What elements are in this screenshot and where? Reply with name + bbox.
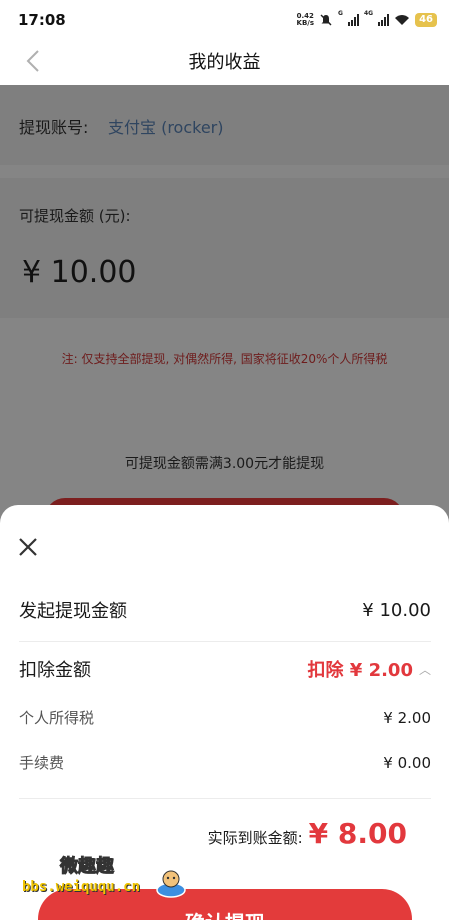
wifi-icon (395, 15, 410, 25)
page-title: 我的收益 (188, 52, 261, 73)
signal-2-icon (378, 14, 390, 26)
nav-bar: 我的收益 (0, 40, 449, 85)
account-label: 提现账号: (19, 118, 89, 137)
minimum-note: 可提现金额需满3.00元才能提现 (124, 456, 325, 472)
watermark-logo-icon (156, 870, 186, 898)
request-amount-label: 发起提现金额 (19, 601, 127, 622)
watermark-url: bbs.weiququ.cn (22, 879, 141, 895)
balance-label: 可提现金额 (元): (19, 207, 131, 225)
signal-1-icon (347, 14, 359, 26)
deduction-toggle[interactable]: 扣除 ¥ 2.00 ︿ (308, 656, 431, 682)
divider (19, 641, 431, 642)
actual-amount-label: 实际到账金额: (207, 829, 303, 847)
request-amount-row: 发起提现金额 ¥ 10.00 (19, 597, 431, 623)
actual-amount-value: ¥ 8.00 (308, 817, 407, 850)
fee-row: 手续费 ¥ 0.00 (19, 752, 431, 773)
income-tax-row: 个人所得税 ¥ 2.00 (19, 707, 431, 728)
mute-icon (320, 14, 332, 26)
signal-2-label: 4G (363, 10, 374, 17)
balance-value: ¥ 10.00 (22, 255, 137, 290)
income-tax-value: ¥ 2.00 (383, 708, 431, 727)
watermark: 微趣趣 bbs.weiququ.cn (22, 852, 212, 904)
network-speed-unit: KB/s (296, 19, 315, 27)
chevron-up-icon: ︿ (418, 662, 431, 677)
network-speed: 0.42 KB/s (297, 13, 314, 27)
status-time: 17:08 (18, 11, 66, 29)
battery-icon: 46 (415, 13, 437, 27)
actual-amount: 实际到账金额: ¥ 8.00 (208, 817, 407, 850)
watermark-title: 微趣趣 (60, 856, 115, 878)
request-amount-value: ¥ 10.00 (362, 599, 431, 621)
status-icons: 0.42 KB/s G 4G 46 (297, 10, 437, 30)
close-icon[interactable] (14, 532, 44, 562)
balance-card (0, 178, 449, 318)
status-bar: 17:08 0.42 KB/s G 4G 46 (0, 0, 449, 40)
income-tax-label: 个人所得税 (19, 709, 95, 727)
tax-notice: 注: 仅支持全部提现, 对偶然所得, 国家将征收20%个人所得税 (61, 352, 388, 366)
fee-value: ¥ 0.00 (383, 753, 431, 772)
fee-label: 手续费 (19, 754, 65, 772)
account-value[interactable]: 支付宝 (rocker) (108, 114, 224, 138)
deduction-label: 扣除金额 (19, 660, 91, 681)
divider (19, 798, 431, 799)
deduction-row[interactable]: 扣除金额 扣除 ¥ 2.00 ︿ (19, 656, 431, 682)
deduction-value: 扣除 ¥ 2.00 (307, 660, 413, 681)
signal-1-label: G (338, 10, 343, 17)
